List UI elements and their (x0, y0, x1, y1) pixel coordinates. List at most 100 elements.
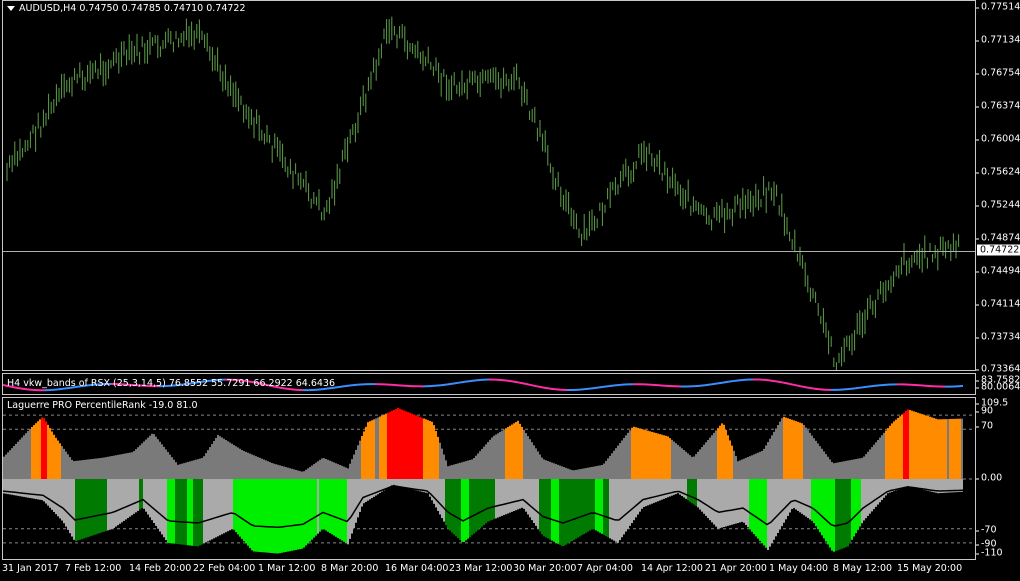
y-tick: 80.0064 (975, 381, 1020, 393)
histogram-bar-positive (585, 468, 587, 479)
laguerre-y-axis[interactable]: 109.5 90 70 0.00 -70 -90 -110 (975, 397, 1020, 560)
histogram-bar-positive (639, 428, 641, 479)
histogram-bar-positive (197, 459, 199, 479)
price-y-axis[interactable]: 0.77514 0.77134 0.76754 0.76374 0.76004 … (975, 0, 1020, 375)
histogram-bar-negative (207, 479, 209, 542)
histogram-bar-positive (287, 467, 289, 479)
histogram-bar-positive (467, 460, 469, 479)
histogram-bar-positive (771, 435, 773, 479)
histogram-bar-negative (475, 479, 477, 532)
histogram-bar-positive (435, 431, 437, 479)
histogram-bar-positive (499, 432, 501, 479)
histogram-bar-negative (909, 479, 911, 487)
histogram-bar-negative (697, 479, 699, 508)
histogram-bar-positive (651, 431, 653, 479)
histogram-bar-negative (507, 479, 509, 514)
y-tick: 0.76754 (975, 67, 1020, 79)
histogram-bar-positive (37, 421, 39, 479)
histogram-bar-positive (193, 460, 195, 479)
rsx-line-segment (446, 382, 454, 386)
histogram-bar-negative (209, 479, 211, 541)
histogram-bar-positive (597, 465, 599, 479)
histogram-bar-negative (331, 479, 333, 535)
histogram-bar-positive (151, 433, 153, 479)
histogram-bar-negative (173, 479, 175, 544)
histogram-bar-negative (21, 479, 23, 497)
histogram-bar-positive (5, 454, 7, 479)
histogram-bar-positive (229, 442, 231, 479)
histogram-bar-positive (367, 422, 369, 479)
rsx-line-segment (608, 384, 616, 388)
histogram-bar-positive (115, 455, 117, 479)
histogram-bar-positive (153, 434, 155, 479)
histogram-bar-positive (779, 421, 781, 479)
histogram-bar-positive (619, 443, 621, 479)
histogram-bar-positive (659, 434, 661, 479)
histogram-bar-negative (311, 479, 313, 540)
histogram-bar-negative (615, 479, 617, 542)
histogram-bar-negative (205, 479, 207, 543)
histogram-bar-positive (789, 419, 791, 479)
rsx-line-segment (800, 385, 808, 389)
histogram-bar-positive (489, 439, 491, 479)
histogram-bar-positive (93, 458, 95, 479)
histogram-bar-positive (27, 431, 29, 479)
histogram-bar-negative (159, 479, 161, 532)
histogram-bar-negative (555, 479, 557, 543)
histogram-bar-positive (915, 412, 917, 479)
histogram-bar-negative (717, 479, 719, 529)
histogram-bar-negative (63, 479, 65, 524)
histogram-bar-negative (635, 479, 637, 518)
histogram-bar-positive (579, 469, 581, 479)
histogram-bar-positive (283, 466, 285, 479)
histogram-bar-positive (543, 459, 545, 479)
histogram-bar-positive (755, 453, 757, 479)
histogram-bar-positive (335, 463, 337, 479)
histogram-bar-negative (831, 479, 833, 551)
histogram-bar-positive (609, 455, 611, 479)
histogram-bar-positive (121, 454, 123, 479)
histogram-bar-negative (867, 479, 869, 516)
laguerre-pane[interactable]: Laguerre PRO PercentileRank -19.0 81.0 (2, 397, 976, 560)
histogram-bar-positive (149, 435, 151, 479)
histogram-bar-negative (575, 479, 577, 539)
histogram-bar-negative (113, 479, 115, 528)
dropdown-triangle-icon[interactable] (7, 6, 15, 11)
histogram-bar-negative (347, 479, 349, 545)
histogram-bar-negative (477, 479, 479, 531)
histogram-bar-positive (893, 421, 895, 479)
histogram-bar-negative (647, 479, 649, 506)
histogram-bar-positive (359, 440, 361, 479)
histogram-bar-negative (299, 479, 301, 550)
histogram-bar-positive (737, 461, 739, 479)
price-pane[interactable]: AUDUSD,H4 0.74750 0.74785 0.74710 0.7472… (2, 0, 976, 371)
histogram-bar-positive (39, 419, 41, 479)
histogram-bar-positive (733, 450, 735, 479)
histogram-bar-positive (403, 410, 405, 479)
histogram-bar-negative (195, 479, 197, 547)
histogram-bar-negative (821, 479, 823, 536)
histogram-bar-positive (227, 441, 229, 479)
histogram-bar-positive (813, 438, 815, 479)
histogram-bar-positive (661, 434, 663, 479)
histogram-bar-positive (935, 418, 937, 479)
histogram-bar-negative (549, 479, 551, 540)
histogram-bar-negative (545, 479, 547, 538)
histogram-bar-positive (433, 425, 435, 479)
histogram-bar-positive (785, 417, 787, 479)
x-tick: 23 Mar 12:00 (449, 563, 513, 574)
time-x-axis[interactable]: 31 Jan 2017 7 Feb 12:00 14 Feb 20:00 22 … (2, 560, 976, 581)
histogram-bar-positive (163, 446, 165, 479)
price-chart-svg (3, 16, 975, 370)
histogram-bar-positive (837, 462, 839, 479)
histogram-bar-positive (141, 443, 143, 479)
histogram-bar-positive (929, 416, 931, 479)
histogram-bar-positive (289, 468, 291, 479)
rsx-y-axis[interactable]: 83.7582 80.0064 (975, 373, 1020, 395)
rsx-pane[interactable]: H4 vkw_bands of RSX (25,3,14,5) 76.8552 … (2, 373, 976, 395)
rsx-line-segment (500, 378, 508, 382)
histogram-bar-negative (655, 479, 657, 503)
histogram-bar-positive (75, 460, 77, 479)
histogram-bar-negative (239, 479, 241, 537)
histogram-bar-positive (641, 429, 643, 479)
